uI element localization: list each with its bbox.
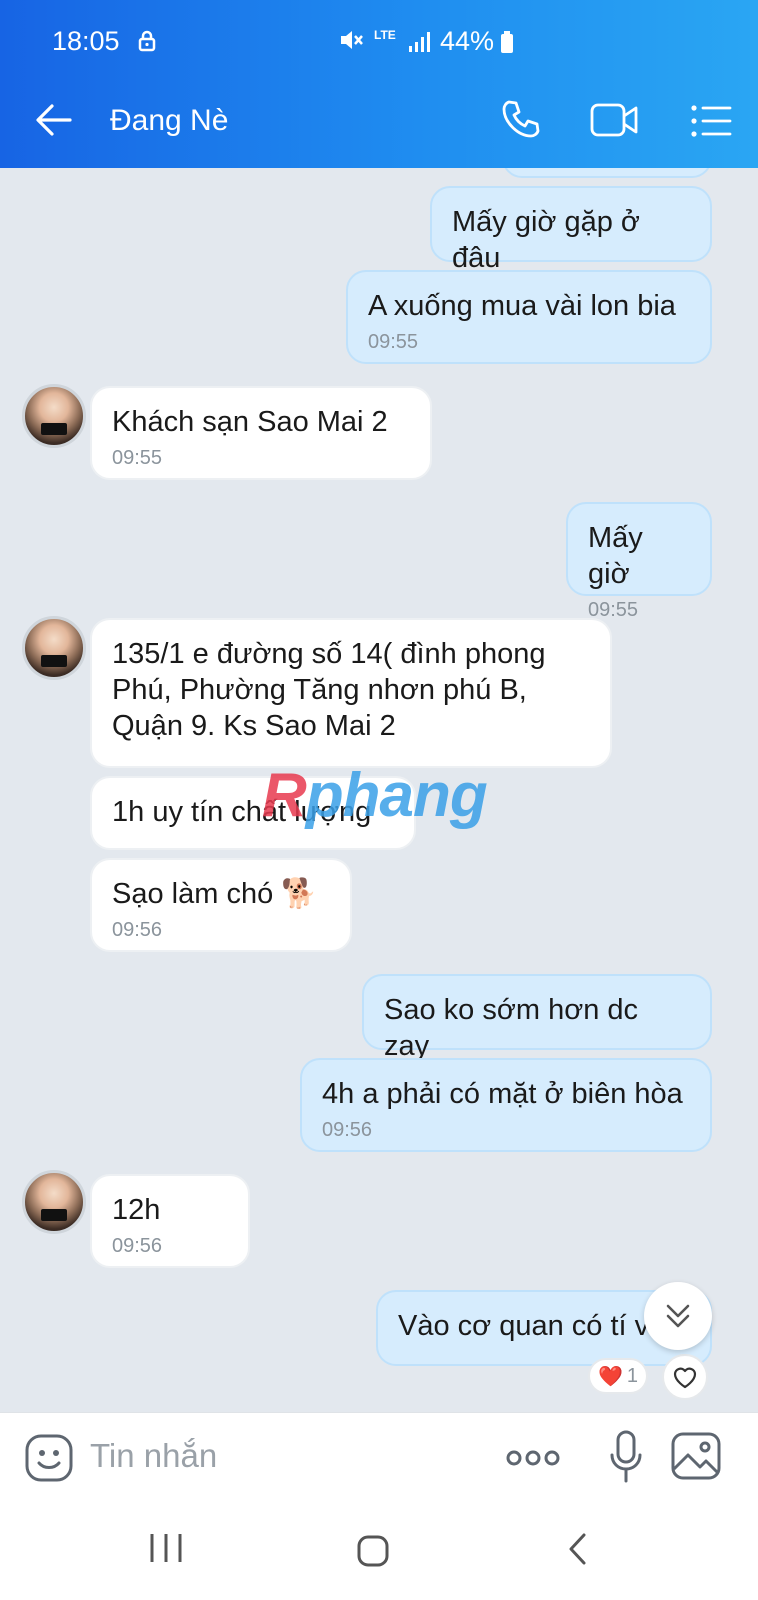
message-input[interactable]: Tin nhắn: [90, 1437, 217, 1475]
battery-icon: [500, 31, 514, 58]
message-time: 09:55: [112, 447, 163, 469]
message-bubble-outgoing[interactable]: A xuống mua vài lon bia 09:55: [346, 270, 712, 364]
message-text: Sao ko sớm hơn dc zay: [384, 994, 639, 1062]
message-bubble-outgoing[interactable]: Mấy giờ 09:55: [566, 502, 712, 621]
lock-icon: [138, 30, 156, 57]
reaction-count: 1: [626, 1364, 639, 1387]
status-time: 18:05: [52, 26, 120, 56]
reaction-badge[interactable]: ❤️ 1: [588, 1358, 648, 1394]
lte-indicator: LTE: [374, 28, 396, 42]
message-text: Sạo làm chó 🐕: [112, 878, 318, 910]
home-icon[interactable]: [356, 1534, 390, 1573]
recent-apps-icon[interactable]: [148, 1532, 184, 1569]
message-text: Khách sạn Sao Mai 2: [112, 406, 388, 438]
message-text: Mấy giờ gặp ở đâu: [452, 206, 640, 274]
status-bar: 18:05 LTE 44%: [0, 0, 758, 74]
message-text: Vào cơ quan có tí v: [398, 1310, 650, 1342]
contact-name[interactable]: Đang Nè: [110, 104, 228, 138]
signal-icon: [408, 32, 432, 57]
chat-header: Đang Nè: [0, 74, 758, 168]
contact-avatar[interactable]: [22, 1170, 86, 1234]
heart-emoji: ❤️: [597, 1365, 623, 1388]
message-bubble-outgoing[interactable]: Sao ko sớm hơn dc zay: [362, 974, 712, 1062]
top-bar: 18:05 LTE 44% Đang Nè: [0, 0, 758, 168]
microphone-icon[interactable]: [608, 1429, 644, 1490]
heart-react-icon[interactable]: [662, 1354, 708, 1400]
scroll-to-bottom-button[interactable]: [644, 1282, 712, 1350]
chevron-double-down-icon: [666, 1304, 690, 1328]
message-text: A xuống mua vài lon bia: [368, 290, 676, 322]
arrow-left-icon[interactable]: [34, 102, 74, 143]
watermark-part-1: R: [262, 761, 307, 830]
message-text: 135/1 e đường số 14( đình phong Phú, Phư…: [112, 638, 546, 742]
message-bubble-outgoing[interactable]: 4h a phải có mặt ở biên hòa 09:56: [300, 1058, 712, 1152]
message-text: Mấy giờ: [588, 522, 643, 590]
system-navigation-bar: [0, 1502, 758, 1600]
message-text: 4h a phải có mặt ở biên hòa: [322, 1078, 683, 1110]
message-time: 09:56: [112, 919, 163, 941]
message-bubble-incoming[interactable]: Khách sạn Sao Mai 2 09:55: [90, 386, 432, 480]
chat-area[interactable]: Mấy giờ gặp ở đâu A xuống mua vài lon bi…: [0, 168, 758, 1412]
contact-avatar[interactable]: [22, 616, 86, 680]
list-icon[interactable]: [690, 104, 732, 143]
battery-percentage: 44%: [440, 26, 495, 56]
message-composer: Tin nhắn: [0, 1412, 758, 1503]
system-back-icon[interactable]: [566, 1532, 590, 1571]
mute-icon: [338, 28, 364, 57]
watermark-part-2: phang: [305, 761, 488, 830]
message-time: 09:56: [112, 1235, 163, 1257]
emoji-icon[interactable]: [24, 1433, 74, 1488]
message-time: 09:55: [368, 331, 419, 353]
contact-avatar[interactable]: [22, 384, 86, 448]
phone-icon[interactable]: [500, 98, 542, 145]
message-time: 09:56: [322, 1119, 373, 1141]
message-time: 09:55: [588, 599, 639, 621]
more-dots-icon[interactable]: [506, 1449, 560, 1472]
message-bubble-partial[interactable]: [502, 168, 712, 178]
message-text: 12h: [112, 1194, 161, 1226]
message-bubble-outgoing[interactable]: Mấy giờ gặp ở đâu: [430, 186, 712, 274]
message-bubble-incoming[interactable]: 12h 09:56: [90, 1174, 250, 1268]
message-bubble-incoming[interactable]: Sạo làm chó 🐕 09:56: [90, 858, 352, 952]
image-icon[interactable]: [670, 1431, 722, 1486]
watermark-logo: Rphang: [262, 760, 488, 831]
video-camera-icon[interactable]: [590, 102, 640, 143]
message-bubble-incoming[interactable]: 135/1 e đường số 14( đình phong Phú, Phư…: [90, 618, 612, 768]
